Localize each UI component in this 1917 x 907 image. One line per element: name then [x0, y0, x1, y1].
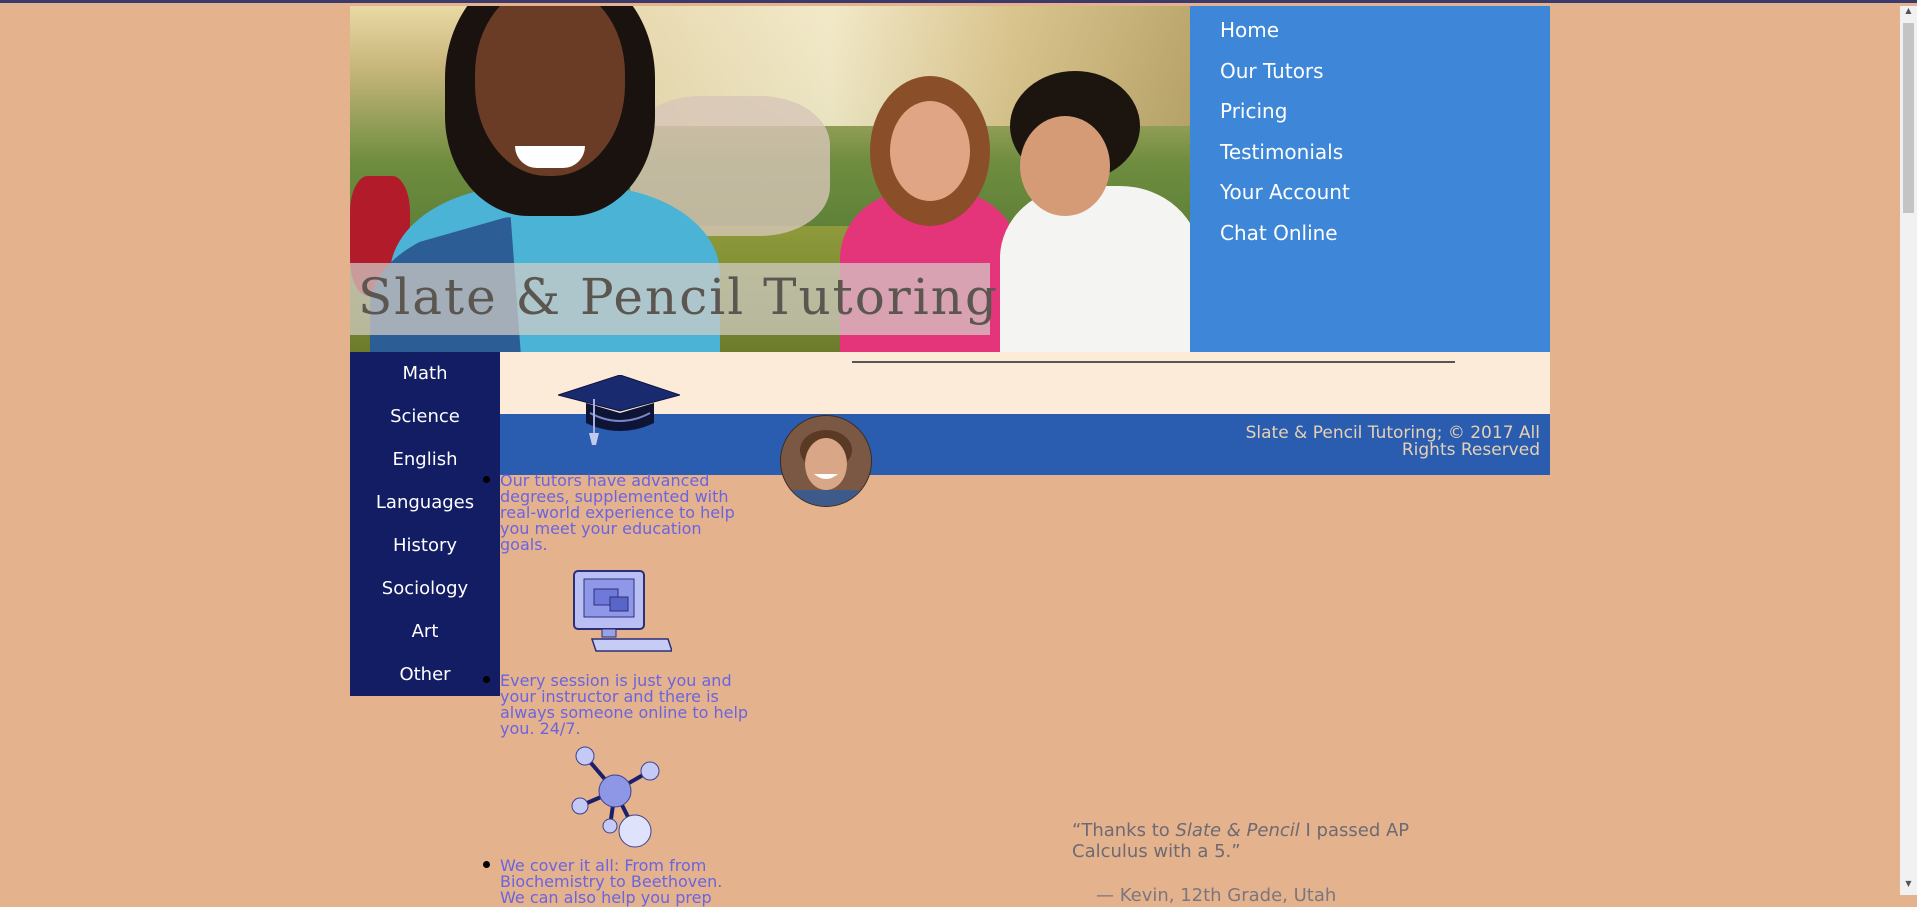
feature-item: We cover it all: From from Biochemistry … — [483, 856, 750, 907]
bullet-icon — [483, 476, 490, 483]
subject-link-english[interactable]: English — [393, 449, 458, 470]
subject-item-history[interactable]: History — [350, 524, 500, 567]
top-nav-link-our-tutors[interactable]: Our Tutors — [1220, 59, 1324, 83]
top-nav-link-home[interactable]: Home — [1220, 18, 1279, 42]
subject-nav: Math Science English Languages History S… — [350, 352, 500, 696]
graduation-cap-icon — [558, 375, 680, 445]
subject-link-history[interactable]: History — [393, 535, 457, 556]
testimonial-quote-emphasis: Slate & Pencil — [1175, 820, 1300, 841]
feature-item: Our tutors have advanced degrees, supple… — [483, 471, 750, 554]
top-nav-item-testimonials[interactable]: Testimonials — [1220, 140, 1550, 181]
testimonial-author: — Kevin, 12th Grade, Utah — [1096, 885, 1337, 906]
molecule-icon — [571, 746, 660, 848]
tutor-avatar-image — [781, 416, 871, 506]
subject-item-art[interactable]: Art — [350, 610, 500, 653]
feature-text: Every session is just you and your instr… — [500, 671, 749, 738]
hero-student-girl-face — [890, 101, 970, 201]
subject-link-sociology[interactable]: Sociology — [382, 578, 468, 599]
top-nav-item-pricing[interactable]: Pricing — [1220, 99, 1550, 140]
feature-item: Every session is just you and your instr… — [483, 671, 750, 738]
hero-banner: Slate & Pencil Tutoring — [350, 6, 1190, 352]
top-nav-link-chat-online[interactable]: Chat Online — [1220, 221, 1338, 245]
subject-item-languages[interactable]: Languages — [350, 481, 500, 524]
bullet-icon — [483, 861, 490, 868]
top-nav-link-testimonials[interactable]: Testimonials — [1220, 140, 1343, 164]
tutor-avatar — [780, 415, 872, 507]
hero-woman-smile — [515, 146, 585, 168]
top-nav-link-your-account[interactable]: Your Account — [1220, 180, 1350, 204]
subject-link-other[interactable]: Other — [399, 664, 450, 685]
testimonial-quote-prefix: “Thanks to — [1072, 820, 1176, 841]
copyright-text: Slate & Pencil Tutoring; © 2017 All Righ… — [1245, 423, 1540, 460]
top-nav-item-our-tutors[interactable]: Our Tutors — [1220, 59, 1550, 100]
top-nav-item-chat-online[interactable]: Chat Online — [1220, 221, 1550, 262]
feature-text: Our tutors have advanced degrees, supple… — [500, 471, 735, 554]
subject-link-science[interactable]: Science — [390, 406, 460, 427]
subject-link-math[interactable]: Math — [402, 363, 447, 384]
subject-item-math[interactable]: Math — [350, 352, 500, 395]
horizontal-rule — [852, 361, 1455, 363]
testimonial-quote: “Thanks to Slate & Pencil I passed AP Ca… — [1072, 820, 1412, 862]
site-title: Slate & Pencil Tutoring — [358, 268, 999, 326]
top-nav-item-home[interactable]: Home — [1220, 18, 1550, 59]
hero-student-boy — [1000, 186, 1190, 352]
subject-item-other[interactable]: Other — [350, 653, 500, 696]
feature-text: We cover it all: From from Biochemistry … — [500, 856, 723, 907]
subject-item-sociology[interactable]: Sociology — [350, 567, 500, 610]
bullet-icon — [483, 676, 490, 683]
top-nav-item-your-account[interactable]: Your Account — [1220, 180, 1550, 221]
scrollbar-thumb[interactable] — [1903, 23, 1914, 213]
top-nav-link-pricing[interactable]: Pricing — [1220, 99, 1287, 123]
hero-student-boy-face — [1020, 116, 1110, 216]
subject-item-english[interactable]: English — [350, 438, 500, 481]
subject-link-art[interactable]: Art — [412, 621, 439, 642]
computer-icon — [573, 570, 672, 652]
scroll-up-arrow-icon[interactable]: ▲ — [1900, 6, 1917, 20]
scroll-down-arrow-icon[interactable]: ▼ — [1900, 879, 1917, 893]
subject-link-languages[interactable]: Languages — [376, 492, 474, 513]
top-nav: Home Our Tutors Pricing Testimonials You… — [1190, 6, 1550, 352]
subject-item-science[interactable]: Science — [350, 395, 500, 438]
